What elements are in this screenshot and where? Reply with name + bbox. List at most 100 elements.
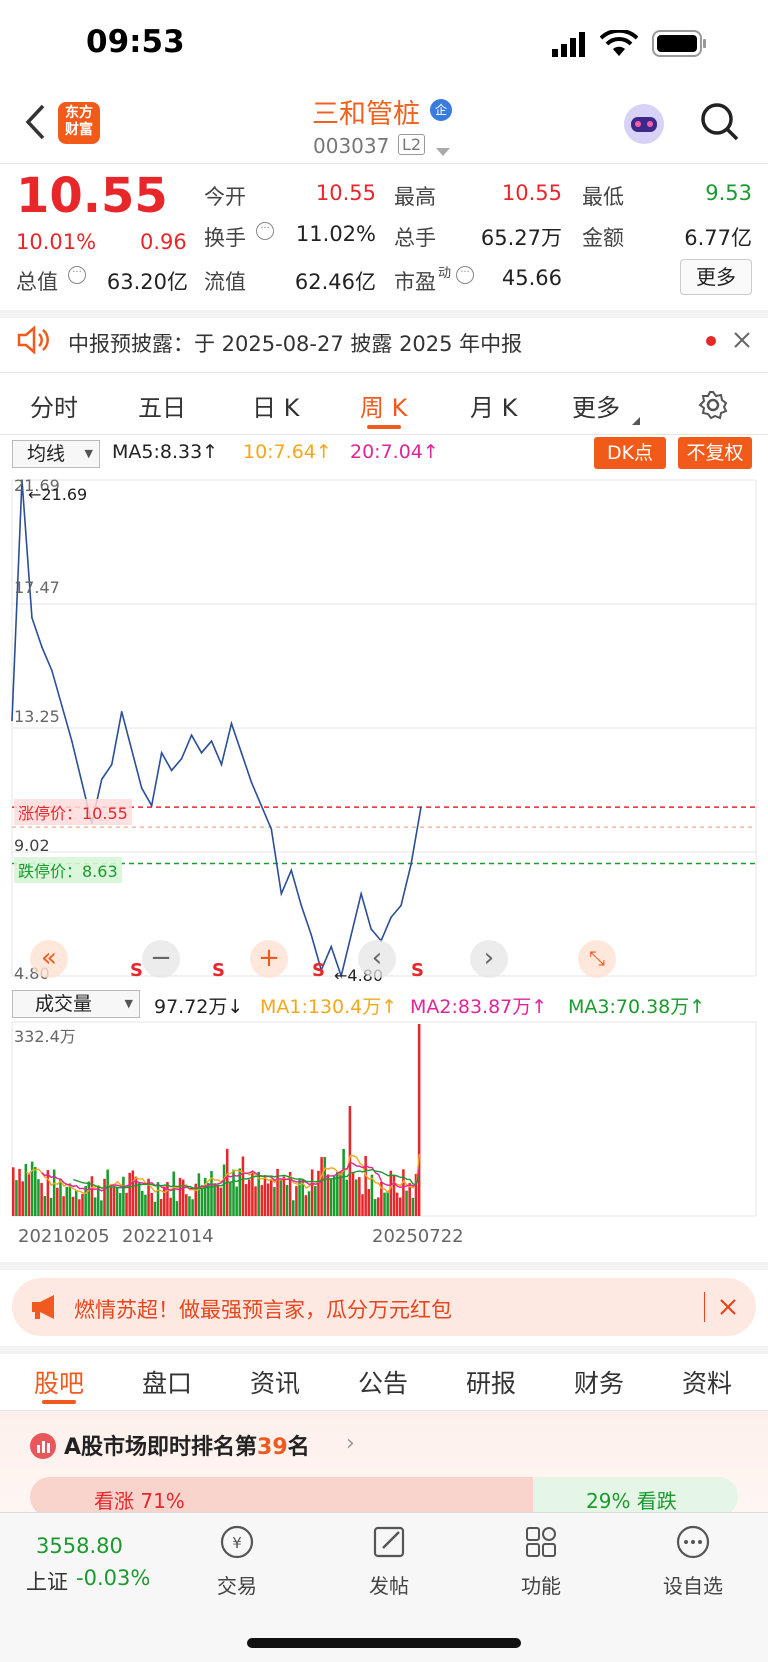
vol-selector[interactable]: 成交量 ▼ <box>12 990 140 1018</box>
volume-bar <box>49 1197 53 1216</box>
tab-more[interactable]: 更多 <box>572 388 620 423</box>
volume-bar <box>304 1195 308 1216</box>
back-icon[interactable] <box>24 104 46 144</box>
price-point <box>110 763 113 766</box>
close-icon[interactable] <box>720 1299 736 1319</box>
volume-bar <box>59 1179 62 1216</box>
wifi-icon <box>599 28 639 62</box>
more-button[interactable]: 更多 <box>680 259 752 295</box>
volume-bar <box>219 1187 223 1216</box>
x-label-start: 20210205 <box>18 1226 110 1247</box>
change-amount: 0.96 <box>140 230 187 254</box>
volume-bar <box>188 1196 191 1216</box>
price-point <box>260 804 263 807</box>
tab-pankou[interactable]: 盘口 <box>142 1364 192 1400</box>
notice-text[interactable]: 中报预披露：于 2025-08-27 披露 2025 年中报 <box>68 328 522 358</box>
chevron-down-icon: ▼ <box>84 447 93 460</box>
chevron-right-icon[interactable]: › <box>470 940 508 978</box>
volume-bar <box>395 1192 399 1216</box>
tab-guba[interactable]: 股吧 <box>34 1364 84 1400</box>
nav-post[interactable]: 发帖 <box>334 1524 444 1599</box>
rank-card[interactable]: A股市场即时排名第39名 › 看涨 71% 29% 看跌 <box>0 1411 768 1517</box>
robot-assistant-icon[interactable] <box>622 102 666 150</box>
volume-bar <box>367 1189 371 1216</box>
volume-bar <box>241 1156 245 1216</box>
speaker-icon <box>16 325 50 359</box>
level-badge[interactable]: L2 <box>398 134 426 155</box>
volume-bar <box>310 1169 314 1216</box>
price-point <box>280 892 283 895</box>
volume-bar <box>317 1170 320 1216</box>
zoom-out-icon[interactable]: − <box>142 940 180 978</box>
high-label: 最高 <box>394 185 436 209</box>
volume-bar <box>389 1170 393 1216</box>
volume-bar <box>15 1180 18 1216</box>
volume-bar <box>153 1201 157 1216</box>
nav-function[interactable]: 功能 <box>486 1524 596 1599</box>
close-icon[interactable] <box>734 332 750 352</box>
app-logo[interactable]: 东方 财富 <box>58 102 100 144</box>
price-point <box>61 705 63 707</box>
price-point <box>210 740 213 742</box>
banner-divider <box>704 1292 705 1322</box>
nav-trade[interactable]: ¥ 交易 <box>182 1524 292 1599</box>
chevron-down-icon[interactable] <box>436 142 450 161</box>
price-point <box>200 752 203 754</box>
promo-banner[interactable]: 燃情苏超！做最强预言家，瓜分万元红包 <box>12 1278 756 1336</box>
double-left-icon[interactable]: « <box>30 940 68 978</box>
volume-bar <box>269 1180 273 1216</box>
ma-selector[interactable]: 均线 ▼ <box>12 440 100 468</box>
dk-point-button[interactable]: DK点 <box>594 437 666 469</box>
volume-bar <box>405 1190 408 1216</box>
tab-intraday[interactable]: 分时 <box>30 388 78 423</box>
volume-bar <box>282 1176 286 1216</box>
volume-bar <box>43 1196 47 1216</box>
tab-announcement[interactable]: 公告 <box>358 1364 408 1400</box>
info-icon[interactable]: ··· <box>256 222 274 240</box>
index-change[interactable]: -0.03% <box>76 1566 150 1590</box>
volume-bar <box>216 1185 220 1216</box>
vote-bar[interactable]: 看涨 71% 29% 看跌 <box>30 1477 738 1517</box>
signal-mark-s: S <box>130 960 143 981</box>
high-value: 10.55 <box>501 181 562 205</box>
volume-bar <box>172 1171 175 1216</box>
tab-monthly-k[interactable]: 月 K <box>470 388 517 423</box>
expand-icon[interactable]: ⤡ <box>578 940 616 978</box>
settings-icon[interactable] <box>698 390 728 424</box>
tab-profile[interactable]: 资料 <box>682 1364 732 1400</box>
adjust-button[interactable]: 不复权 <box>678 437 752 469</box>
volume-bar <box>87 1181 91 1216</box>
tab-news[interactable]: 资讯 <box>250 1364 300 1400</box>
open-value: 10.55 <box>315 181 376 205</box>
signal-mark-s: S <box>212 960 225 981</box>
chevron-left-icon[interactable]: ‹ <box>358 940 396 978</box>
index-value[interactable]: 3558.80 <box>36 1534 123 1558</box>
volume-bar <box>96 1186 100 1216</box>
search-icon[interactable] <box>700 102 740 146</box>
tab-finance[interactable]: 财务 <box>574 1364 624 1400</box>
tab-weekly-k[interactable]: 周 K <box>360 388 407 423</box>
edit-icon <box>373 1526 405 1558</box>
volume-bar <box>376 1197 380 1216</box>
nav-watchlist[interactable]: 设自选 <box>638 1524 748 1599</box>
vol-ma3: MA3:70.38万↑ <box>568 996 706 1018</box>
price-chart[interactable] <box>0 472 768 984</box>
tab-daily-k[interactable]: 日 K <box>252 388 299 423</box>
info-icon[interactable]: ··· <box>68 266 86 284</box>
volume-bar <box>90 1176 94 1216</box>
zoom-in-icon[interactable]: + <box>250 940 288 978</box>
volume-bar <box>56 1187 59 1216</box>
volume-bar <box>247 1179 251 1216</box>
logo-text-2: 财富 <box>65 122 93 138</box>
volume-bar <box>292 1200 295 1216</box>
x-label-mid: 20221014 <box>122 1226 214 1247</box>
tab-5day[interactable]: 五日 <box>138 388 186 423</box>
volume-bar <box>370 1174 374 1216</box>
tab-research[interactable]: 研报 <box>466 1364 516 1400</box>
index-name[interactable]: 上证 <box>26 1566 68 1596</box>
volume-bar <box>314 1186 317 1216</box>
volume-label: 总手 <box>394 226 436 250</box>
volume-bar <box>27 1174 31 1216</box>
volume-bar <box>295 1186 298 1216</box>
volume-chart[interactable] <box>0 1020 768 1218</box>
